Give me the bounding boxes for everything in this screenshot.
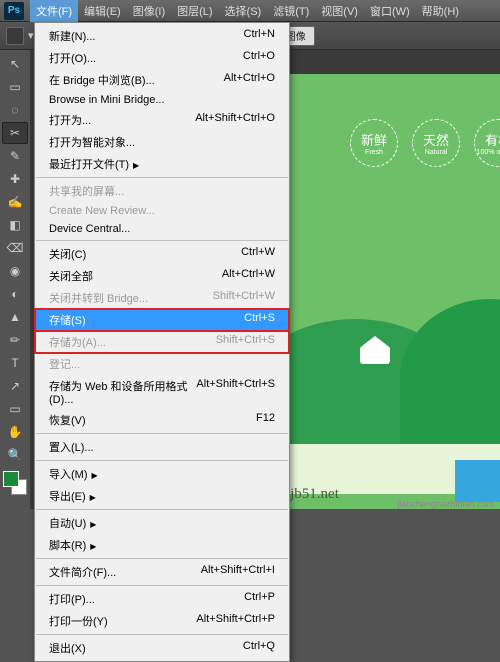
menu-item-14: 关闭并转到 Bridge...Shift+Ctrl+W (35, 287, 289, 309)
illustration-hills (290, 279, 500, 459)
menu-item-8: 共享我的屏幕... (35, 180, 289, 202)
menu-item-0[interactable]: 新建(N)...Ctrl+N (35, 25, 289, 47)
tool-10[interactable]: ◐ (2, 283, 28, 305)
tool-14[interactable]: ↗ (2, 375, 28, 397)
menu-item-34[interactable]: 退出(X)Ctrl+Q (35, 637, 289, 659)
menu-item-13[interactable]: 关闭全部Alt+Ctrl+W (35, 265, 289, 287)
menu-item-3[interactable]: Browse in Mini Bridge... (35, 91, 289, 109)
color-swatch[interactable] (3, 471, 27, 495)
tool-2[interactable]: ◌ (2, 99, 28, 121)
menu-1[interactable]: 编辑(E) (78, 0, 127, 22)
menu-item-1[interactable]: 打开(O)...Ctrl+O (35, 47, 289, 69)
menu-item-32[interactable]: 打印一份(Y)Alt+Shift+Ctrl+P (35, 610, 289, 632)
tool-15[interactable]: ▭ (2, 398, 28, 420)
menubar: Ps 文件(F)编辑(E)图像(I)图层(L)选择(S)滤镜(T)视图(V)窗口… (0, 0, 500, 22)
badge-0: 新鲜Fresh (350, 119, 398, 167)
menu-2[interactable]: 图像(I) (127, 0, 171, 22)
house-icon (360, 346, 390, 364)
menu-separator (36, 509, 288, 510)
menu-item-15[interactable]: 存储(S)Ctrl+S (35, 309, 289, 331)
tool-5[interactable]: ✚ (2, 168, 28, 190)
menu-item-2[interactable]: 在 Bridge 中浏览(B)...Alt+Ctrl+O (35, 69, 289, 91)
document: 新鲜Fresh 天然Natural 有机100% organic (290, 74, 500, 509)
menu-separator (36, 460, 288, 461)
menu-separator (36, 634, 288, 635)
menu-7[interactable]: 窗口(W) (364, 0, 416, 22)
tool-17[interactable]: 🔍 (2, 444, 28, 466)
menu-5[interactable]: 滤镜(T) (267, 0, 315, 22)
menu-item-18[interactable]: 存储为 Web 和设备所用格式(D)...Alt+Shift+Ctrl+S (35, 375, 289, 409)
tool-13[interactable]: T (2, 352, 28, 374)
menu-8[interactable]: 帮助(H) (416, 0, 465, 22)
menu-separator (36, 433, 288, 434)
file-menu-dropdown: 新建(N)...Ctrl+N打开(O)...Ctrl+O在 Bridge 中浏览… (34, 22, 290, 662)
menu-item-31[interactable]: 打印(P)...Ctrl+P (35, 588, 289, 610)
menu-item-4[interactable]: 打开为...Alt+Shift+Ctrl+O (35, 109, 289, 131)
arrow-icon: ▾ (28, 29, 34, 42)
menu-item-19[interactable]: 恢复(V)F12 (35, 409, 289, 431)
tool-0[interactable]: ↖ (2, 53, 28, 75)
menu-item-5[interactable]: 打开为智能对象... (35, 131, 289, 153)
menu-item-10[interactable]: Device Central... (35, 220, 289, 238)
badge-2: 有机100% organic (474, 119, 500, 167)
app-logo: Ps (4, 2, 24, 20)
menu-item-12[interactable]: 关闭(C)Ctrl+W (35, 243, 289, 265)
tool-16[interactable]: ✋ (2, 421, 28, 443)
menu-item-29[interactable]: 文件简介(F)...Alt+Shift+Ctrl+I (35, 561, 289, 583)
menu-0[interactable]: 文件(F) (30, 0, 78, 22)
menu-separator (36, 177, 288, 178)
watermark-sub: jiaochenghazhidian.com (397, 499, 494, 509)
menu-6[interactable]: 视图(V) (315, 0, 364, 22)
tool-4[interactable]: ✎ (2, 145, 28, 167)
tool-12[interactable]: ✏ (2, 329, 28, 351)
menu-3[interactable]: 图层(L) (171, 0, 218, 22)
tool-11[interactable]: ▲ (2, 306, 28, 328)
menu-item-21[interactable]: 置入(L)... (35, 436, 289, 458)
menu-item-16: 存储为(A)...Shift+Ctrl+S (35, 331, 289, 353)
tool-1[interactable]: ▭ (2, 76, 28, 98)
menu-item-26[interactable]: 自动(U) (35, 512, 289, 534)
foreground-color[interactable] (3, 471, 19, 487)
menu-item-17: 登记... (35, 353, 289, 375)
badge-1: 天然Natural (412, 119, 460, 167)
menu-separator (36, 240, 288, 241)
menu-separator (36, 585, 288, 586)
menu-item-23[interactable]: 导入(M) (35, 463, 289, 485)
menu-item-24[interactable]: 导出(E) (35, 485, 289, 507)
menu-separator (36, 558, 288, 559)
crop-tool-icon[interactable] (6, 27, 24, 45)
tools-panel: ↖▭◌✂✎✚✍◧⌫◉◐▲✏T↗▭✋🔍 (0, 50, 30, 501)
menu-4[interactable]: 选择(S) (219, 0, 268, 22)
menu-item-6[interactable]: 最近打开文件(T) (35, 153, 289, 175)
tool-6[interactable]: ✍ (2, 191, 28, 213)
menu-item-27[interactable]: 脚本(R) (35, 534, 289, 556)
menu-item-9: Create New Review... (35, 202, 289, 220)
tool-3[interactable]: ✂ (2, 122, 28, 144)
tool-9[interactable]: ◉ (2, 260, 28, 282)
tool-8[interactable]: ⌫ (2, 237, 28, 259)
tool-7[interactable]: ◧ (2, 214, 28, 236)
